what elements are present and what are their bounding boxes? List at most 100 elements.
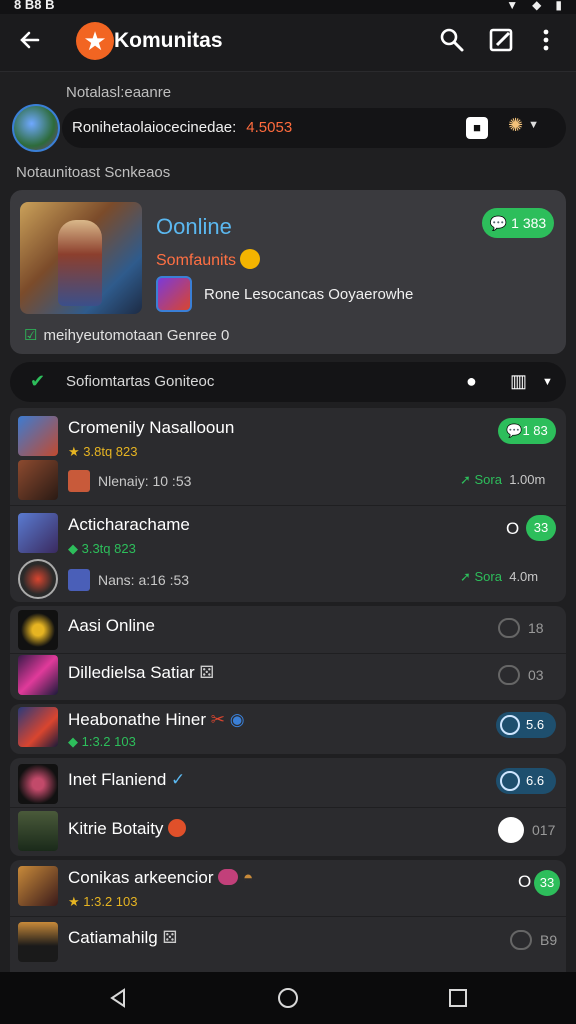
featured-subtitle: Somfaunits	[156, 249, 261, 270]
more-vert-icon[interactable]	[536, 26, 564, 54]
row-title: Conikas arkeencior ◓	[68, 868, 253, 888]
chat-count: 5.6	[526, 717, 545, 732]
user-points: 4.5053	[246, 119, 293, 136]
settings-dropdown-icon[interactable]: ✺ ▼	[508, 115, 554, 141]
user-row[interactable]: Ronihetaolaiocecinedae: 4.5053 ■ ✺ ▼	[10, 104, 566, 152]
list-item[interactable]: Cromenily Nasallooun ★ 3.8tq 823 Nlenaiy…	[10, 408, 566, 505]
chat-icon[interactable]: ●	[466, 371, 477, 392]
status-time: 8 B8 B	[14, 0, 55, 12]
row-status: ➚ Sora 4.0m	[460, 569, 539, 584]
row-meta: ◆ 1:3.2 103	[68, 734, 136, 749]
online-ring-icon: O	[506, 519, 520, 538]
list-item[interactable]: Aasi Online 18	[10, 606, 566, 653]
controller-icon: ⚄	[199, 663, 215, 682]
wifi-icon: ◆	[532, 0, 542, 12]
row-title-text: Conikas arkeencior	[68, 868, 214, 887]
user-pill[interactable]: Ronihetaolaiocecinedae: 4.5053 ■ ✺ ▼	[62, 108, 566, 148]
chat-tag-count: 017	[532, 822, 556, 838]
book-icon[interactable]: ▥	[510, 371, 527, 392]
chat-count: 1 83	[522, 423, 548, 438]
filter-bar[interactable]: ✔ Sofiomtartas Goniteoc ● ▥ ▼	[10, 362, 566, 402]
community-thumbnail	[18, 866, 58, 906]
burger-icon: ◓	[242, 868, 254, 887]
community-thumbnail	[18, 655, 58, 695]
chat-bubble-icon[interactable]	[498, 817, 524, 843]
row-title-text: Catiamahilg	[68, 928, 158, 947]
row-title-text: Inet Flaniend	[68, 770, 167, 789]
signal-icon: ▼	[506, 0, 519, 12]
featured-community-card[interactable]: Oonline Somfaunits Rone Lesocancas Ooyae…	[10, 190, 566, 354]
list-item[interactable]: Catiamahilg ⚄ B9	[10, 916, 566, 972]
row-status: ➚ Sora 1.00m	[460, 472, 546, 487]
nav-back-icon[interactable]	[106, 986, 130, 1010]
user-name: Ronihetaolaiocecinedae:	[72, 119, 237, 136]
chat-count-badge[interactable]: 33	[526, 515, 556, 541]
nav-home-icon[interactable]	[276, 986, 300, 1010]
featured-subtitle-text: Somfaunits	[156, 252, 237, 269]
list-item[interactable]: Conikas arkeencior ◓ ★ 1:3.2 103 O 33	[10, 860, 566, 916]
row-title-text: Kitrie Botaity	[68, 819, 164, 838]
row-meta-text: 3.8tq 823	[83, 444, 138, 459]
row-status-text: Sora	[474, 472, 502, 487]
check-icon[interactable]: ✔	[30, 371, 45, 392]
online-ring-icon: O	[518, 872, 532, 891]
chat-count-badge[interactable]: 5.6	[496, 712, 556, 738]
list-item[interactable]: Acticharachame ◆ 3.3tq 823 Nans: a:16 :5…	[10, 505, 566, 602]
chat-tag[interactable]: 18	[498, 618, 544, 638]
verified-icon: ◉	[229, 710, 245, 729]
featured-stat-text: meihyeutomotaan Genree 0	[43, 327, 230, 344]
list-item[interactable]: Inet Flaniend ✓ 6.6	[10, 758, 566, 807]
featured-chat-badge[interactable]: 💬 1 383	[482, 208, 554, 238]
compose-icon[interactable]	[488, 26, 516, 54]
chevron-down-icon[interactable]: ▼	[542, 376, 553, 388]
chat-count: 6.6	[526, 773, 545, 788]
app-bar: ★ Komunitas	[0, 14, 576, 72]
row-sub: Nans: a:16 :53	[98, 572, 190, 588]
row-time: 1.00m	[509, 472, 546, 487]
search-icon[interactable]	[438, 26, 466, 54]
row-title: Heabonathe Hiner ✂ ◉	[68, 710, 245, 730]
sword-icon: ✂	[210, 710, 225, 729]
list-item[interactable]: Dilledielsa Satiar ⚄ 03	[10, 653, 566, 700]
list-item[interactable]: Heabonathe Hiner ✂ ◉ ◆ 1:3.2 103 5.6	[10, 704, 566, 754]
community-thumbnail	[18, 764, 58, 804]
user-name-line: Ronihetaolaiocecinedae: 4.5053	[72, 119, 292, 136]
avatar[interactable]	[12, 104, 60, 152]
row-meta: ★ 1:3.2 103	[68, 894, 138, 909]
row-title-text: Dilledielsa Satiar	[68, 663, 195, 682]
row-meta: ◆ 3.3tq 823	[68, 541, 136, 556]
chat-count-badge[interactable]: 6.6	[496, 768, 556, 794]
row-title-text: Heabonathe Hiner	[68, 710, 206, 729]
community-group-card: Aasi Online 18 Dilledielsa Satiar ⚄ 03	[10, 606, 566, 700]
chat-tag[interactable]: B9	[510, 930, 557, 950]
nav-recents-icon[interactable]	[446, 986, 470, 1010]
chat-count-badge[interactable]: 💬1 83	[498, 418, 556, 444]
row-title: Cromenily Nasallooun	[68, 418, 235, 437]
chat-tag-count: B9	[540, 932, 558, 948]
game-badge-icon	[68, 569, 90, 591]
community-group-card: Conikas arkeencior ◓ ★ 1:3.2 103 O 33 Ca…	[10, 860, 566, 972]
list-item[interactable]: Kitrie Botaity 017	[10, 807, 566, 856]
row-meta-text: 3.3tq 823	[81, 541, 136, 556]
featured-description: Rone Lesocancas Ooyaerowhe	[204, 286, 414, 303]
back-arrow-icon[interactable]	[16, 26, 44, 54]
member-avatar	[18, 460, 58, 500]
filter-label: Sofiomtartas Goniteoc	[66, 373, 215, 390]
row-title: Acticharachame	[68, 515, 190, 534]
row-status-text: Sora	[474, 569, 502, 584]
verified-icon: ✓	[171, 770, 186, 789]
community-thumbnail	[18, 610, 58, 650]
chat-bubble-icon	[498, 665, 520, 685]
member-avatar	[18, 559, 58, 599]
community-group-card: Cromenily Nasallooun ★ 3.8tq 823 Nlenaiy…	[10, 408, 566, 602]
chat-count-badge[interactable]: 33	[534, 870, 560, 896]
featured-title: Oonline	[156, 214, 232, 239]
community-thumbnail	[18, 922, 58, 962]
bookmark-icon[interactable]: ■	[466, 117, 488, 139]
chat-tag[interactable]: 03	[498, 665, 544, 685]
battery-icon: ▮	[555, 0, 562, 12]
community-thumbnail	[18, 513, 58, 553]
page-title: Komunitas	[114, 29, 223, 52]
community-thumbnail	[18, 811, 58, 851]
system-nav-bar	[0, 972, 576, 1024]
